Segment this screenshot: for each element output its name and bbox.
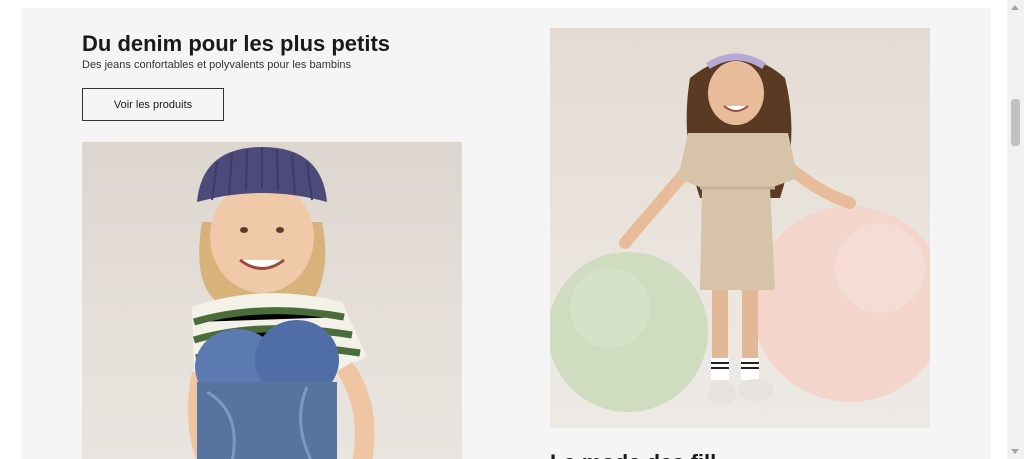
section-subtitle: Des jeans confortables et polyvalents po… bbox=[82, 59, 352, 71]
girl-illustration bbox=[550, 53, 930, 412]
scroll-thumb[interactable] bbox=[1011, 99, 1020, 146]
girl-dress-photo[interactable] bbox=[550, 28, 930, 428]
next-section-heading: La mode des fill bbox=[550, 450, 716, 459]
boy-denim-photo[interactable] bbox=[82, 142, 462, 459]
boy-illustration bbox=[188, 147, 375, 459]
scroll-down-icon[interactable] bbox=[1011, 449, 1019, 454]
vertical-scrollbar[interactable] bbox=[1007, 0, 1024, 459]
section-title: Du denim pour les plus petits bbox=[82, 31, 391, 56]
content-section: Du denim pour les plus petits Des jeans … bbox=[22, 8, 991, 459]
view-products-button[interactable]: Voir les produits bbox=[82, 88, 224, 121]
scroll-up-icon[interactable] bbox=[1011, 5, 1019, 10]
page: Du denim pour les plus petits Des jeans … bbox=[0, 0, 1024, 459]
